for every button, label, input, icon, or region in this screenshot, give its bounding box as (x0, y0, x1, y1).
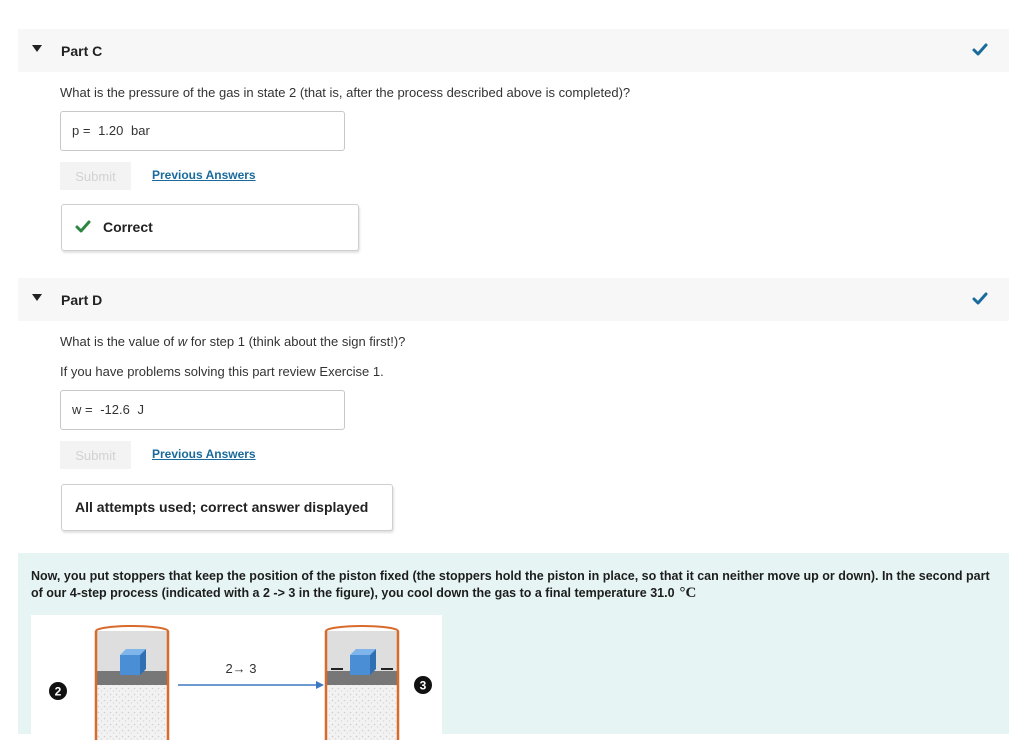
state-2-number: 2 (55, 685, 62, 699)
question-text-end: for step 1 (think about the sign first!)… (187, 334, 406, 349)
answer-value: -12.6 (100, 402, 130, 417)
collapse-triangle-icon[interactable] (32, 294, 42, 301)
part-d-title: Part D (61, 291, 103, 308)
checkmark-icon (75, 220, 91, 233)
question-text: What is the value of (60, 334, 178, 349)
feedback-correct: Correct (61, 204, 359, 251)
submit-button[interactable]: Submit (60, 162, 131, 190)
previous-answers-link[interactable]: Previous Answers (152, 168, 256, 182)
feedback-text: Correct (103, 219, 153, 235)
collapse-triangle-icon[interactable] (32, 45, 42, 52)
state-3-label: 3 (414, 676, 432, 694)
context-text: Now, you put stoppers that keep the posi… (31, 568, 996, 602)
arrow-label: 2→ 3 (225, 661, 256, 676)
checkmark-icon (972, 43, 988, 56)
feedback-text: All attempts used; correct answer displa… (75, 499, 369, 515)
answer-value: 1.20 (98, 123, 124, 138)
answer-label: p = (72, 123, 91, 138)
part-c-title: Part C (61, 42, 103, 59)
state-3-number: 3 (420, 679, 427, 693)
piston-diagram: 2 2→ 3 3 (49, 625, 432, 740)
part-d-hint: If you have problems solving this part r… (60, 364, 384, 379)
part-d-question: What is the value of w for step 1 (think… (60, 334, 405, 349)
cylinder-state-3 (324, 625, 400, 740)
variable-w: w (177, 334, 188, 349)
answer-unit: J (137, 402, 144, 417)
submit-button[interactable]: Submit (60, 441, 131, 469)
part-c-answer-field[interactable]: p = 1.20 bar (60, 111, 345, 151)
temperature-value: 31.0 (650, 586, 675, 600)
answer-unit: bar (131, 123, 150, 138)
context-text-body: Now, you put stoppers that keep the posi… (31, 569, 990, 600)
previous-answers-link[interactable]: Previous Answers (152, 447, 256, 461)
temperature-unit: °C (679, 585, 697, 601)
feedback-attempts-used: All attempts used; correct answer displa… (61, 484, 393, 531)
context-panel: Now, you put stoppers that keep the posi… (18, 553, 1009, 740)
part-d-header[interactable]: Part D (18, 278, 1009, 321)
checkmark-icon (972, 292, 988, 305)
cylinder-state-2 (94, 625, 170, 740)
answer-label: w = (72, 402, 93, 417)
part-c-header[interactable]: Part C (18, 29, 1009, 72)
piston-figure: 2 2→ 3 3 (31, 615, 442, 740)
process-arrow: 2→ 3 (178, 661, 324, 689)
part-c-question: What is the pressure of the gas in state… (60, 85, 631, 100)
part-d-answer-field[interactable]: w = -12.6 J (60, 390, 345, 430)
state-2-label: 2 (49, 682, 67, 700)
